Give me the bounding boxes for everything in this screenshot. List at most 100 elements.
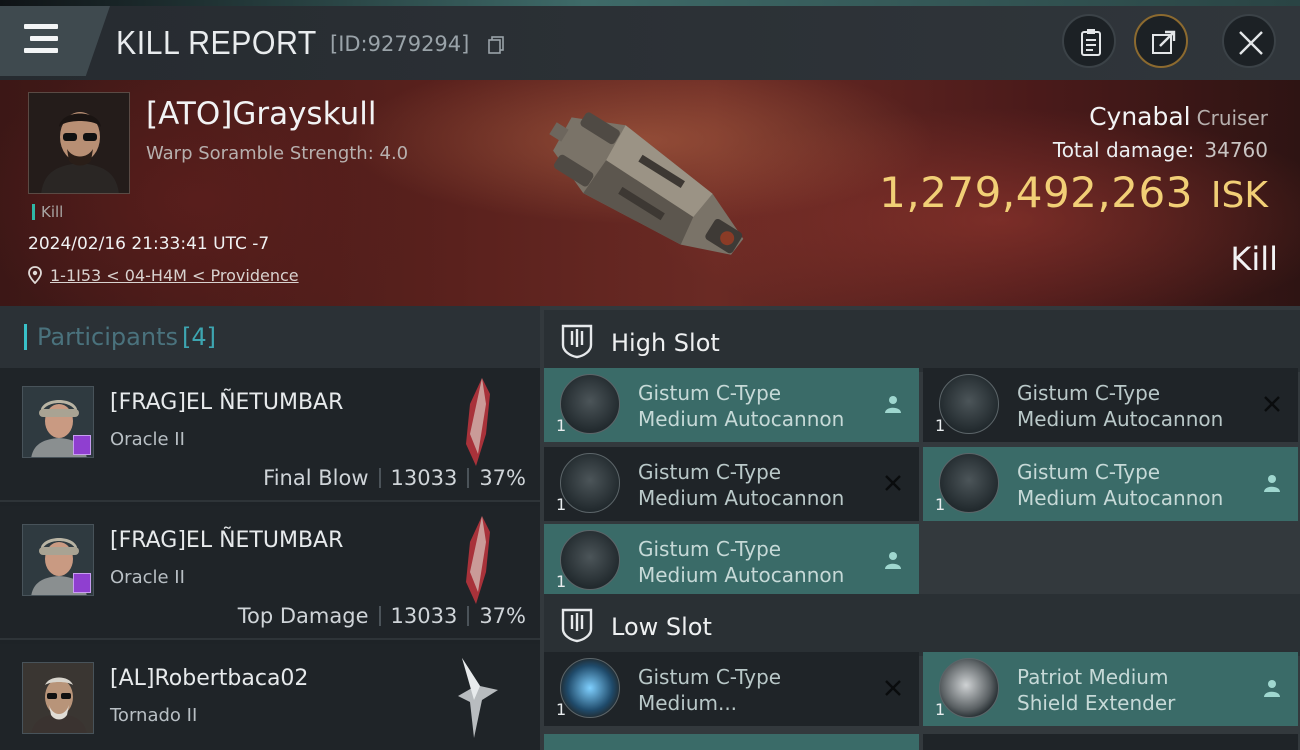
page-title: KILL REPORT (116, 24, 317, 61)
participant-stats: Top Damage 13033 37% (238, 604, 526, 628)
module-item[interactable]: 1 Gistum C-Type Medium Autocannon (544, 368, 919, 442)
participants-header: Participants [4] (0, 306, 540, 368)
shield-extender-icon (939, 658, 999, 718)
participants-count: [4] (181, 323, 216, 351)
participant-percent: 37% (479, 466, 526, 490)
participant-damage: 13033 (390, 604, 458, 628)
menu-icon (24, 24, 58, 53)
fitted-person-icon (885, 396, 901, 413)
participant-name: [FRAG]EL ÑETUMBAR (110, 390, 344, 415)
fitted-person-icon (885, 552, 901, 569)
warp-scramble-strength: Warp Soramble Strength: 4.0 (146, 143, 409, 164)
participant-row[interactable]: [FRAG]EL ÑETUMBAR Oracle II Final Blow 13… (0, 368, 540, 502)
event-type-tag: Kill (32, 204, 63, 220)
module-quantity: 1 (935, 700, 946, 719)
autocannon-icon (939, 374, 999, 434)
result-label: Kill (1230, 240, 1278, 278)
participant-avatar[interactable] (22, 662, 94, 734)
gyrostabilizer-icon (560, 658, 620, 718)
autocannon-icon (560, 530, 620, 590)
participant-rank-badge (73, 573, 91, 593)
participant-ship: Oracle II (110, 567, 185, 588)
copy-icon[interactable] (488, 36, 504, 54)
participant-rank-badge (73, 435, 91, 455)
participant-role: Final Blow (263, 466, 369, 490)
module-quantity: 1 (935, 416, 946, 435)
module-item[interactable]: 1 Gistum C-Type Medium Autocannon (544, 447, 919, 521)
low-slot-label: Low Slot (611, 613, 712, 641)
participant-role: Top Damage (237, 604, 369, 628)
event-datetime: 2024/02/16 21:33:41 UTC -7 (28, 234, 270, 254)
participant-ship-icon (466, 378, 490, 466)
participant-ship-icon (458, 658, 498, 738)
total-damage: Total damage: 34760 (1053, 138, 1268, 162)
module-item[interactable]: 1 Gistum C-Type Medium Autocannon (923, 447, 1298, 521)
participant-ship: Tornado II (110, 705, 198, 726)
module-name: Gistum C-Type Medium Autocannon (1017, 381, 1224, 431)
module-item[interactable] (544, 734, 919, 750)
participant-name: [AL]Robertbaca02 (110, 666, 309, 691)
clipboard-icon (1081, 29, 1101, 56)
autocannon-icon (939, 453, 999, 513)
participant-avatar[interactable] (22, 386, 94, 458)
high-slot-icon (561, 324, 593, 359)
total-damage-value: 34760 (1204, 138, 1268, 162)
destroyed-x-icon (885, 475, 901, 491)
menu-button[interactable] (0, 6, 110, 76)
participants-title: Participants [4] (24, 324, 216, 350)
autocannon-icon (560, 374, 620, 434)
fitting-panel: High Slot 1 Gistum C-Type Medium Autocann… (540, 306, 1300, 750)
module-item[interactable] (923, 734, 1298, 750)
share-button[interactable] (1134, 14, 1188, 68)
module-name: Patriot Medium Shield Extender (1017, 665, 1176, 715)
autocannon-icon (560, 453, 620, 513)
module-quantity: 1 (556, 416, 567, 435)
victim-ship-name[interactable]: Cynabal (1089, 102, 1191, 131)
module-item[interactable]: 1 Patriot Medium Shield Extender (923, 652, 1298, 726)
participant-name: [FRAG]EL ÑETUMBAR (110, 528, 344, 553)
destroyed-x-icon (885, 680, 901, 696)
module-item[interactable]: 1 Gistum C-Type Medium Autocannon (544, 524, 919, 598)
participant-percent: 37% (479, 604, 526, 628)
high-slot-header: High Slot (544, 310, 1300, 372)
low-slot-header: Low Slot (544, 594, 1300, 656)
fitted-person-icon (1264, 680, 1280, 697)
participant-ship: Oracle II (110, 429, 185, 450)
victim-portrait[interactable] (28, 92, 130, 194)
participant-ship-icon (466, 516, 490, 604)
close-icon (1239, 31, 1263, 55)
module-name: Gistum C-Type Medium Autocannon (638, 381, 845, 431)
share-icon (1152, 30, 1176, 54)
close-button[interactable] (1222, 14, 1276, 68)
location-text: 1-1I53 < 04-H4M < Providence (50, 266, 299, 285)
fitted-person-icon (1264, 475, 1280, 492)
victim-ship-class: Cruiser (1196, 106, 1268, 130)
victim-summary: [ATO]Grayskull Warp Soramble Strength: 4… (0, 80, 1300, 306)
participant-avatar[interactable] (22, 524, 94, 596)
participants-panel: Participants [4] [FRAG]EL ÑETUMBAR Oracle… (0, 306, 540, 750)
module-quantity: 1 (556, 572, 567, 591)
participant-row[interactable]: [AL]Robertbaca02 Tornado II (0, 644, 540, 750)
clipboard-button[interactable] (1062, 14, 1116, 68)
isk-amount: 1,279,492,263 (879, 168, 1193, 217)
total-damage-label: Total damage: (1052, 138, 1195, 162)
victim-ship-image[interactable] (515, 90, 785, 290)
location-link[interactable]: 1-1I53 < 04-H4M < Providence (28, 266, 299, 285)
module-item[interactable]: 1 Gistum C-Type Medium Autocannon (923, 368, 1298, 442)
module-quantity: 1 (935, 495, 946, 514)
destroyed-x-icon (1264, 396, 1280, 412)
module-name: Gistum C-Type Medium Autocannon (638, 460, 845, 510)
isk-unit: ISK (1210, 175, 1268, 216)
low-slot-icon (561, 608, 593, 643)
module-item[interactable]: 1 Gistum C-Type Medium... (544, 652, 919, 726)
header-bar: KILL REPORT [ID:9279294] (0, 0, 1300, 80)
participant-stats: Final Blow 13033 37% (263, 466, 526, 490)
module-quantity: 1 (556, 700, 567, 719)
module-name: Gistum C-Type Medium... (638, 665, 782, 715)
high-slot-label: High Slot (611, 329, 720, 357)
victim-pilot-name[interactable]: [ATO]Grayskull (146, 96, 376, 132)
location-pin-icon (28, 266, 42, 284)
participant-row[interactable]: [FRAG]EL ÑETUMBAR Oracle II Top Damage 13… (0, 506, 540, 640)
participant-damage: 13033 (390, 466, 458, 490)
module-quantity: 1 (556, 495, 567, 514)
